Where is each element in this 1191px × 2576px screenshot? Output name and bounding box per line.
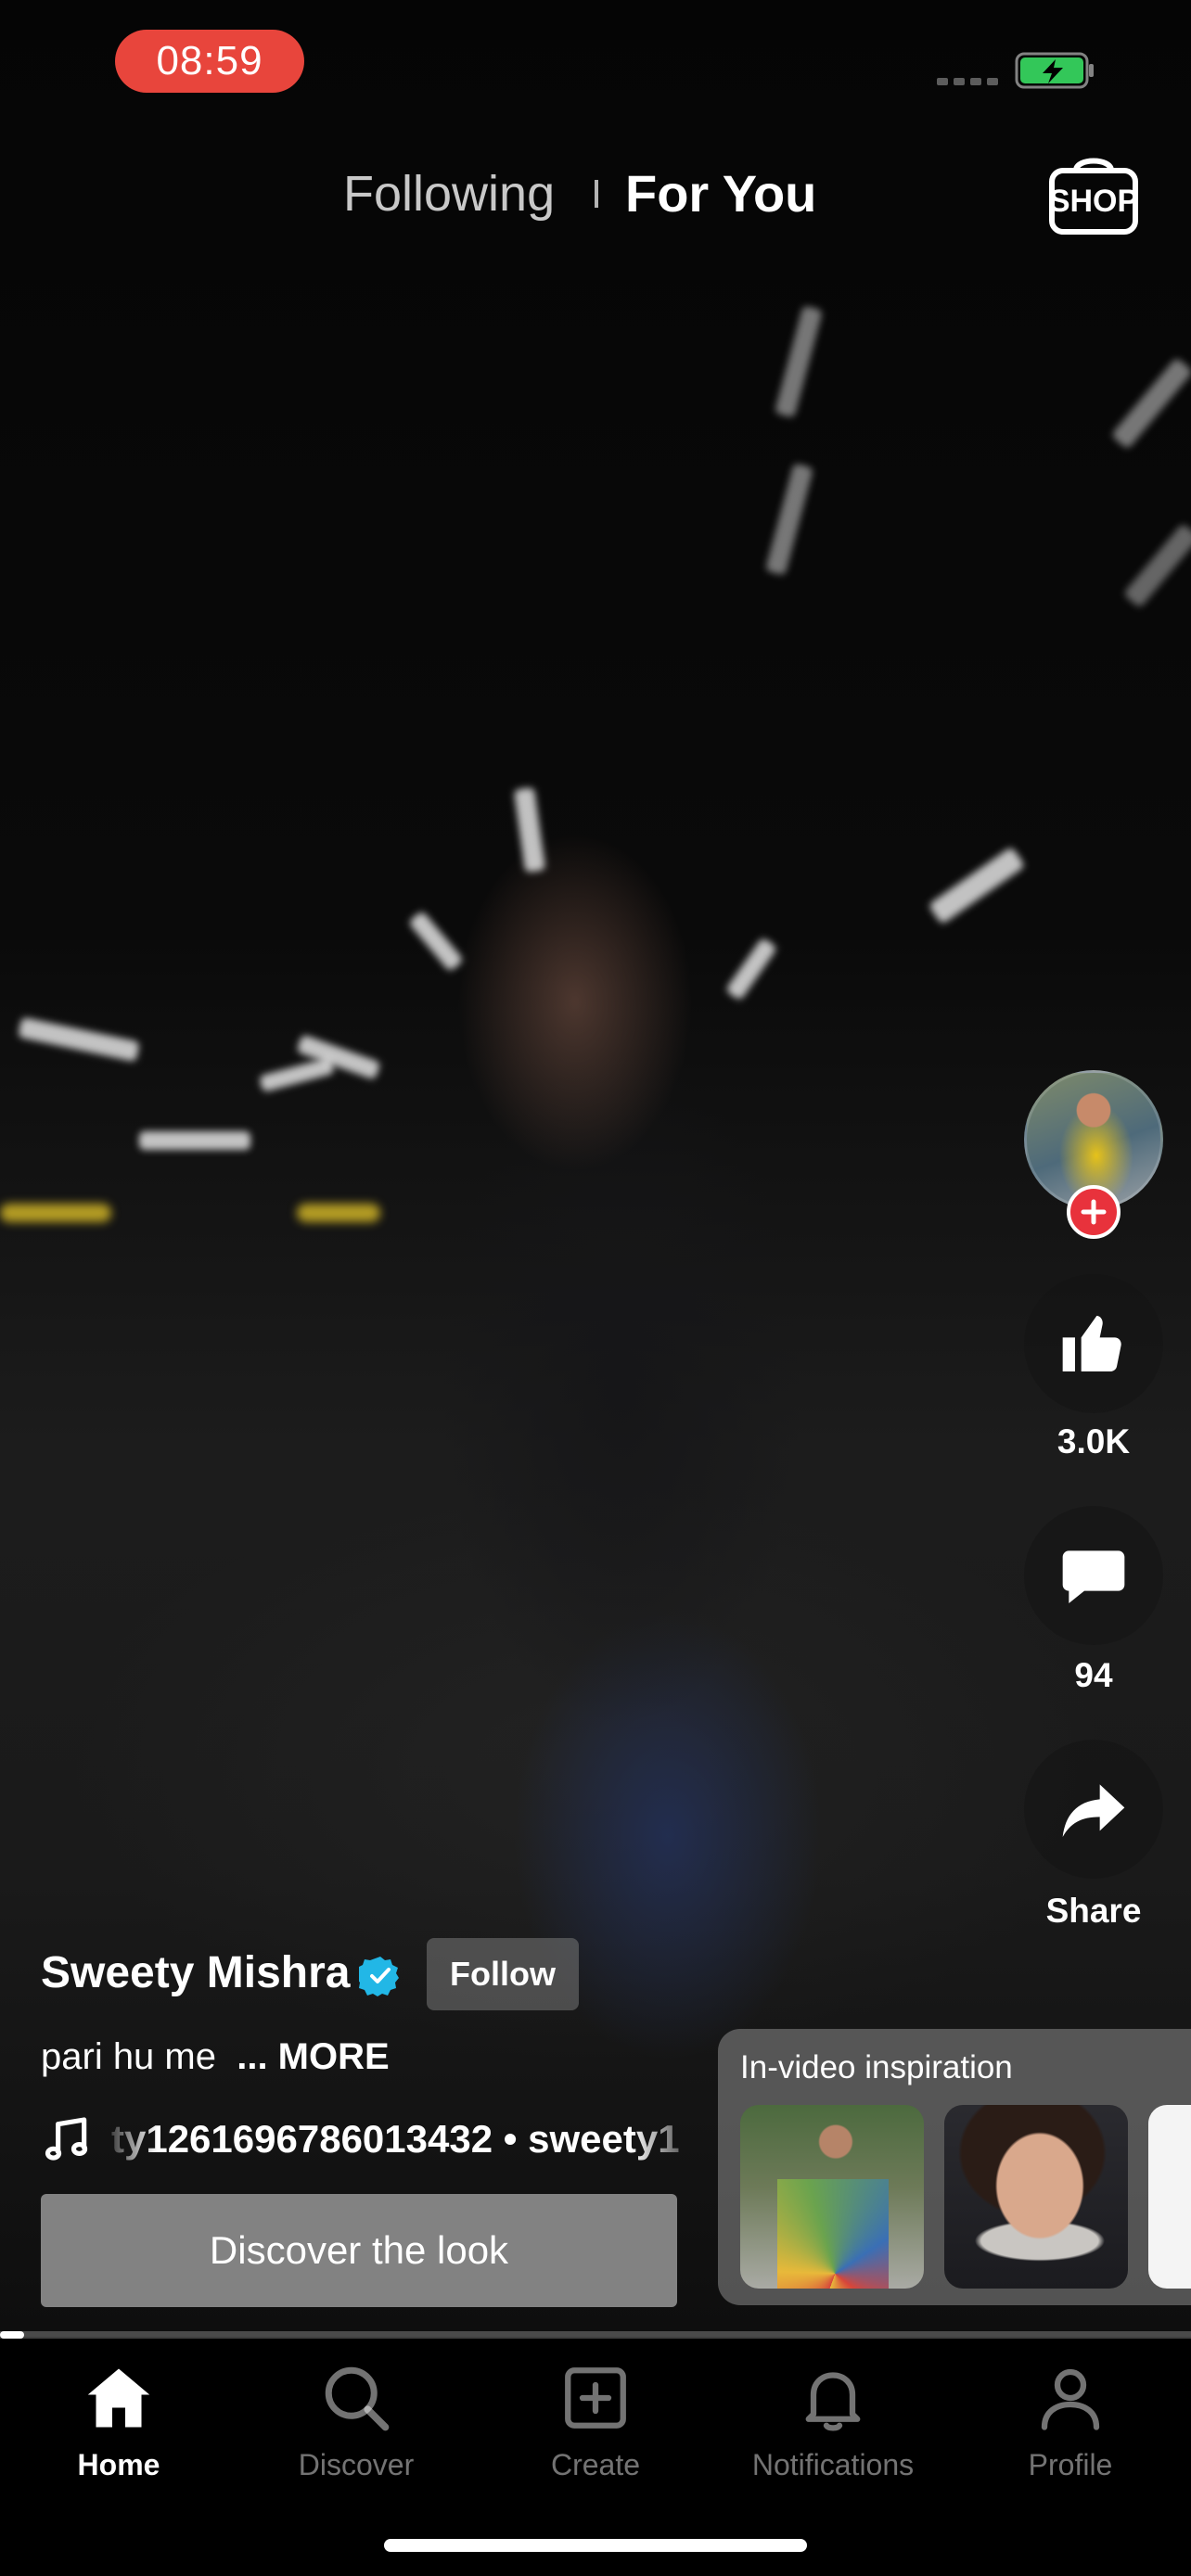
tab-notifications-label: Notifications [751,2448,915,2481]
tab-home-label: Home [77,2448,160,2481]
share-label: Share [1045,1892,1142,1930]
share-button[interactable] [1024,1740,1163,1879]
follow-button[interactable]: Follow [427,1938,579,2010]
plus-square-icon [565,2367,626,2429]
status-time: 08:59 [115,30,304,93]
share-arrow-icon [1062,1784,1125,1837]
light-streak [139,1131,250,1150]
light-streak [928,846,1026,925]
tab-create-label: Create [550,2448,641,2481]
video-progress-bar[interactable] [0,2331,1191,2339]
caption[interactable]: pari hu me ... MORE [41,2036,390,2078]
bell-icon [805,2372,861,2431]
tab-following[interactable]: Following [343,165,555,223]
tab-profile-label: Profile [1028,2448,1113,2481]
light-streak [1122,522,1191,609]
light-streak [0,1204,111,1222]
tab-discover[interactable]: Discover [237,2359,475,2507]
battery-charging-icon [1015,52,1094,89]
shop-button[interactable]: SHOP [1046,148,1141,237]
tab-divider [595,180,598,208]
light-streak [513,786,546,874]
inspiration-title: In-video inspiration [740,2049,1013,2085]
person-icon [1041,2368,1100,2430]
search-icon [325,2366,390,2431]
shop-bag-icon: SHOP [1049,158,1138,235]
in-video-inspiration-panel[interactable]: In-video inspiration [718,2029,1191,2305]
thumbs-up-icon [1062,1316,1121,1371]
home-icon [87,2368,150,2428]
light-streak [774,305,824,418]
home-indicator [384,2539,807,2552]
light-streak [724,937,778,1001]
comment-icon [1062,1550,1125,1603]
tab-discover-label: Discover [298,2448,415,2481]
creator-username[interactable]: Sweety Mishra [41,1947,350,1998]
tab-notifications[interactable]: Notifications [714,2359,952,2507]
follow-plus-icon[interactable] [1067,1185,1121,1239]
light-streak [407,910,465,973]
light-streak [259,1056,335,1093]
music-row[interactable]: ty1261696786013432 • sweety1 [41,2107,690,2172]
tab-for-you[interactable]: For You [625,163,816,223]
comment-button[interactable] [1024,1506,1163,1645]
like-count: 3.0K [1057,1422,1131,1460]
light-streak [18,1016,140,1063]
verified-badge-icon [359,1957,399,1996]
comment-count: 94 [1074,1656,1113,1694]
light-streak [297,1204,380,1222]
more-link[interactable]: ... MORE [237,2036,389,2077]
inspiration-thumb[interactable] [1148,2105,1191,2289]
shop-label: SHOP [1049,184,1138,219]
music-note-icon [45,2117,88,2161]
video-progress-fill [0,2331,24,2339]
inspiration-thumb[interactable] [944,2105,1128,2289]
music-title: ty1261696786013432 • sweety1 [111,2117,680,2161]
caption-text: pari hu me [41,2036,216,2077]
inspiration-thumb[interactable] [740,2105,924,2289]
tab-create[interactable]: Create [477,2359,714,2507]
light-streak [764,463,814,576]
light-streak [1110,357,1191,450]
tab-profile[interactable]: Profile [952,2359,1189,2507]
tab-home[interactable]: Home [0,2359,237,2507]
signal-icon [937,78,998,85]
like-button[interactable] [1024,1274,1163,1413]
discover-the-look-button[interactable]: Discover the look [41,2194,677,2307]
